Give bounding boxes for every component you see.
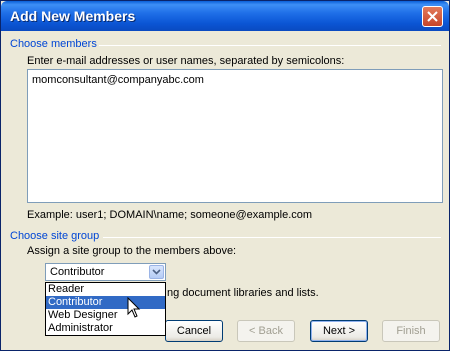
dropdown-arrow-button[interactable] (149, 265, 164, 279)
back-button[interactable]: < Back (237, 320, 295, 342)
members-example: Example: user1; DOMAIN\name; someone@exa… (27, 209, 313, 221)
site-group-instruction: Assign a site group to the members above… (27, 245, 237, 257)
option-administrator[interactable]: Administrator (46, 322, 165, 335)
choose-members-divider (99, 45, 441, 46)
option-web-designer[interactable]: Web Designer (46, 309, 165, 322)
members-input[interactable]: momconsultant@companyabc.com (27, 69, 443, 203)
members-input-value: momconsultant@companyabc.com (32, 74, 204, 86)
members-instruction: Enter e-mail addresses or user names, se… (27, 55, 345, 67)
title-bar: Add New Members (1, 1, 449, 31)
close-button[interactable] (422, 6, 443, 27)
close-icon (427, 11, 438, 22)
site-group-options-list: Reader Contributor Web Designer Administ… (45, 282, 166, 336)
mouse-pointer-icon (127, 297, 141, 318)
option-reader[interactable]: Reader (46, 283, 165, 296)
site-group-select[interactable]: Contributor (45, 263, 166, 281)
site-group-description: ng document libraries and lists. (167, 287, 319, 299)
cancel-button[interactable]: Cancel (165, 320, 223, 342)
choose-members-heading: Choose members (10, 38, 97, 50)
next-button[interactable]: Next > (310, 320, 368, 342)
option-contributor[interactable]: Contributor (46, 296, 165, 309)
site-group-heading: Choose site group (10, 230, 100, 242)
finish-button[interactable]: Finish (382, 320, 440, 342)
site-group-divider (103, 237, 441, 238)
add-new-members-dialog: Add New Members Choose members Enter e-m… (0, 0, 450, 351)
chevron-down-icon (152, 269, 161, 275)
window-title: Add New Members (10, 8, 136, 24)
site-group-selected-value: Contributor (50, 266, 105, 278)
